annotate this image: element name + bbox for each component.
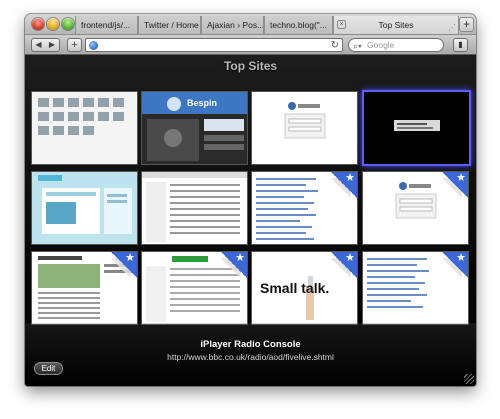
bespin-logo-text: Bespin — [187, 98, 218, 108]
tab-label: techno.blog("... — [270, 20, 327, 30]
search-placeholder: Google — [367, 40, 395, 50]
pin-star-badge[interactable]: ★ — [110, 252, 137, 279]
tab-3[interactable]: Ajaxian › Pos... — [201, 16, 264, 34]
top-site-thumbnail[interactable]: ★ — [251, 171, 358, 245]
tab-grip-icon[interactable]: ⋰ — [448, 19, 456, 34]
pin-star-badge[interactable]: ★ — [220, 252, 247, 279]
edit-button[interactable]: Edit — [34, 362, 63, 375]
pin-star-badge[interactable]: ★ — [330, 252, 357, 279]
star-icon: ★ — [345, 252, 355, 264]
top-site-thumbnail-selected[interactable] — [362, 90, 471, 166]
back-button[interactable]: ◀ — [31, 38, 46, 52]
hovered-site-name: iPlayer Radio Console — [200, 339, 301, 350]
star-icon: ★ — [235, 252, 245, 264]
toolbar: ◀ ▶ + ↻ ⌕▾ Google ▮ — [25, 35, 476, 55]
zoom-window-button[interactable] — [62, 18, 74, 30]
tab-label: Twitter / Home — [144, 20, 199, 30]
top-site-thumbnail[interactable] — [31, 171, 138, 245]
top-site-thumbnail[interactable]: ★ — [362, 251, 469, 325]
star-icon: ★ — [456, 252, 466, 264]
bookmarks-button[interactable]: ▮ — [453, 38, 468, 52]
star-icon: ★ — [345, 172, 355, 184]
search-field[interactable]: ⌕▾ Google — [348, 38, 444, 52]
pin-star-badge[interactable]: ★ — [441, 252, 468, 279]
tab-1[interactable]: frontend/js/... — [75, 16, 138, 34]
minimize-window-button[interactable] — [47, 18, 59, 30]
top-site-thumbnail[interactable]: Small talk. ★ — [251, 251, 358, 325]
forward-arrow-icon: ▶ — [48, 40, 56, 49]
forward-button[interactable]: ▶ — [45, 38, 60, 52]
tab-top-sites[interactable]: × Top Sites ⋰ — [333, 16, 459, 34]
top-site-thumbnail[interactable] — [141, 171, 248, 245]
tab-2[interactable]: Twitter / Home — [138, 16, 201, 34]
small-talk-headline: Small talk. — [260, 280, 330, 296]
star-icon: ★ — [456, 172, 466, 184]
thumbnail-preview — [142, 172, 247, 244]
tab-4[interactable]: techno.blog("... — [264, 16, 333, 34]
tab-bar: frontend/js/... Twitter / Home Ajaxian ›… — [25, 14, 476, 35]
thumbnail-preview — [364, 92, 469, 164]
close-tab-icon[interactable]: × — [337, 20, 346, 29]
add-bookmark-button[interactable]: + — [67, 38, 82, 52]
globe-icon — [89, 41, 98, 50]
thumbnail-preview — [32, 172, 137, 244]
top-site-thumbnail[interactable]: ★ — [141, 251, 248, 325]
tab-label: Top Sites — [378, 20, 414, 30]
pin-star-badge[interactable]: ★ — [441, 172, 468, 199]
top-site-thumbnail[interactable] — [31, 91, 138, 165]
tab-label: frontend/js/... — [81, 20, 131, 30]
thumbnail-preview — [32, 92, 137, 164]
star-icon: ★ — [125, 252, 135, 264]
search-icon: ⌕▾ — [353, 41, 362, 51]
top-site-thumbnail[interactable]: ★ — [31, 251, 138, 325]
resize-grip-icon[interactable] — [464, 374, 474, 384]
new-tab-button[interactable]: + — [459, 17, 474, 32]
plus-icon: + — [71, 39, 78, 51]
hovered-site-url: http://www.bbc.co.uk/radio/aod/fivelive.… — [167, 352, 334, 362]
thumbnail-preview — [252, 92, 357, 164]
top-site-thumbnail[interactable]: Bespin — [141, 91, 248, 165]
top-sites-page: Top Sites Bespin ★ ★ ★ ★ Small talk. ★ ★… — [25, 55, 476, 386]
tab-label: Ajaxian › Pos... — [207, 20, 264, 30]
pin-star-badge[interactable]: ★ — [330, 172, 357, 199]
top-site-thumbnail[interactable]: ★ — [362, 171, 469, 245]
top-site-thumbnail[interactable] — [251, 91, 358, 165]
reload-icon[interactable]: ↻ — [331, 39, 339, 52]
close-window-button[interactable] — [32, 18, 44, 30]
bookmarks-icon: ▮ — [458, 40, 463, 49]
browser-window: frontend/js/... Twitter / Home Ajaxian ›… — [25, 14, 476, 386]
address-field[interactable]: ↻ — [85, 38, 343, 52]
back-arrow-icon: ◀ — [35, 40, 42, 49]
